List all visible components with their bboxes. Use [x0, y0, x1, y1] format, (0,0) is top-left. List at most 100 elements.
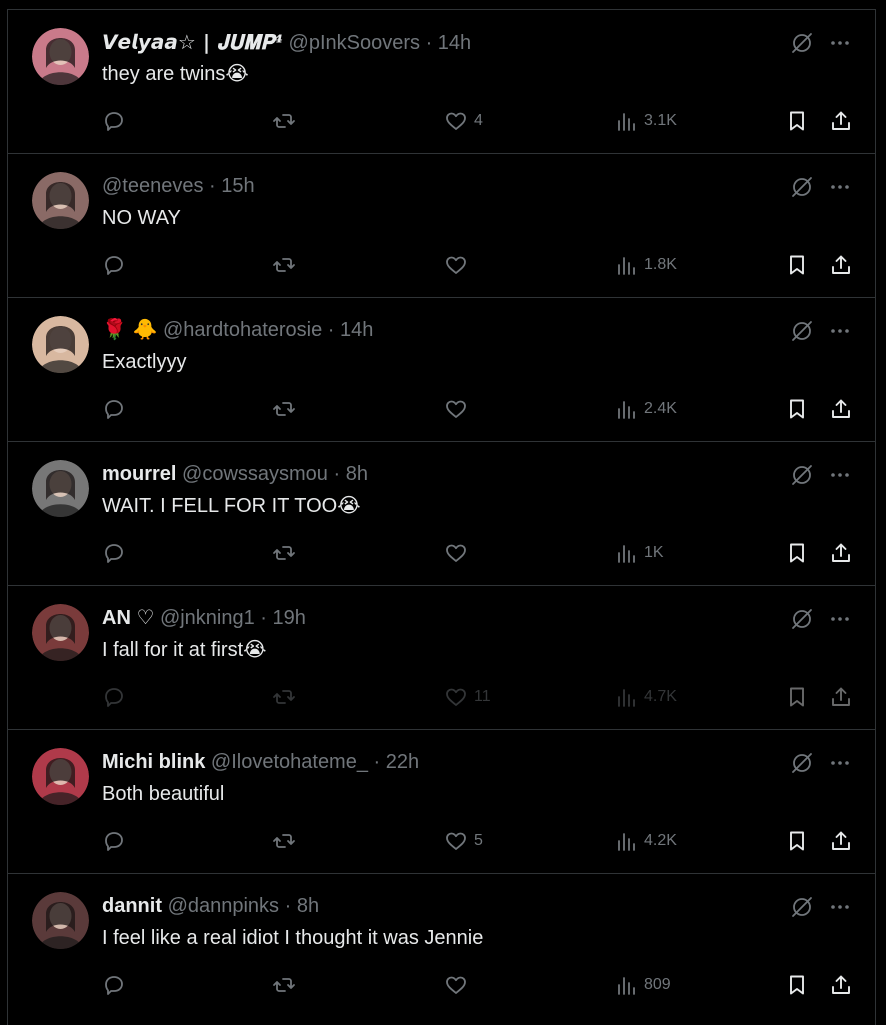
- grok-slash-icon[interactable]: [789, 318, 815, 344]
- retweet-button[interactable]: [272, 826, 296, 856]
- views-button[interactable]: 3.1K: [614, 106, 677, 136]
- more-dots-icon[interactable]: [827, 30, 853, 56]
- more-dots-icon[interactable]: [827, 462, 853, 488]
- grok-slash-icon[interactable]: [789, 894, 815, 920]
- retweet-button[interactable]: [272, 970, 296, 1000]
- user-handle[interactable]: @dannpinks: [168, 895, 279, 917]
- reply-button[interactable]: [102, 682, 126, 712]
- timestamp[interactable]: 14h: [340, 319, 373, 341]
- reply-button[interactable]: [102, 106, 126, 136]
- reply-item[interactable]: dannit @dannpinks · 8h I feel like a rea…: [8, 873, 875, 1017]
- grok-slash-icon[interactable]: [789, 30, 815, 56]
- user-handle[interactable]: @cowssaysmou: [182, 463, 328, 485]
- avatar[interactable]: [32, 172, 89, 229]
- grok-slash-icon[interactable]: [789, 174, 815, 200]
- timestamp[interactable]: 19h: [273, 607, 306, 629]
- avatar[interactable]: [32, 892, 89, 949]
- share-button[interactable]: [829, 682, 853, 712]
- views-button[interactable]: 4.7K: [614, 682, 677, 712]
- retweet-button[interactable]: [272, 394, 296, 424]
- reply-button[interactable]: [102, 394, 126, 424]
- timestamp[interactable]: 14h: [438, 32, 471, 54]
- like-button[interactable]: 11: [444, 682, 491, 712]
- avatar[interactable]: [32, 28, 89, 85]
- like-button[interactable]: 4: [444, 106, 483, 136]
- display-name[interactable]: 𝙑𝙚𝙡𝙮𝙖𝙖☆ | 𝐉𝐔𝐌𝐏⁴: [102, 30, 283, 54]
- grok-slash-icon[interactable]: [789, 606, 815, 632]
- like-count: 4: [474, 112, 483, 129]
- share-button[interactable]: [829, 106, 853, 136]
- share-button[interactable]: [829, 394, 853, 424]
- more-dots-icon[interactable]: [827, 894, 853, 920]
- avatar[interactable]: [32, 604, 89, 661]
- reply-item[interactable]: mourrel @cowssaysmou · 8h WAIT. I FELL F…: [8, 441, 875, 585]
- display-name[interactable]: AN ♡: [102, 607, 154, 629]
- views-button[interactable]: 1K: [614, 538, 664, 568]
- avatar[interactable]: [32, 748, 89, 805]
- grok-slash-icon[interactable]: [789, 462, 815, 488]
- more-dots-icon[interactable]: [827, 318, 853, 344]
- reply-item[interactable]: 🌹 🐥 @hardtohaterosie · 14h Exactlyyy 2.4…: [8, 297, 875, 441]
- views-button[interactable]: 809: [614, 970, 671, 1000]
- reply-header: AN ♡ @jnkning1 · 19h: [102, 604, 785, 632]
- reply-button[interactable]: [102, 970, 126, 1000]
- user-handle[interactable]: @hardtohaterosie: [163, 319, 322, 341]
- share-button[interactable]: [829, 826, 853, 856]
- bookmark-button[interactable]: [785, 682, 809, 712]
- avatar[interactable]: [32, 460, 89, 517]
- reply-header: @teeneves · 15h: [102, 172, 785, 200]
- reply-item[interactable]: @teeneves · 15h NO WAY 1.8K: [8, 153, 875, 297]
- views-button[interactable]: 4.2K: [614, 826, 677, 856]
- bookmark-button[interactable]: [785, 106, 809, 136]
- share-button[interactable]: [829, 970, 853, 1000]
- reply-item[interactable]: AN ♡ @jnkning1 · 19h I fall for it at fi…: [8, 585, 875, 729]
- heart-icon: [446, 832, 466, 850]
- reply-button[interactable]: [102, 538, 126, 568]
- retweet-button[interactable]: [272, 250, 296, 280]
- more-dots-icon[interactable]: [827, 750, 853, 776]
- emoji: 😭: [225, 63, 249, 85]
- reply-item[interactable]: 𝙑𝙚𝙡𝙮𝙖𝙖☆ | 𝐉𝐔𝐌𝐏⁴ @pInkSoovers · 14h they …: [8, 9, 875, 153]
- bookmark-button[interactable]: [785, 538, 809, 568]
- timestamp[interactable]: 22h: [386, 751, 419, 773]
- emoji: 😭: [243, 639, 267, 661]
- views-button[interactable]: 1.8K: [614, 250, 677, 280]
- views-button[interactable]: 2.4K: [614, 394, 677, 424]
- like-button[interactable]: [444, 250, 474, 280]
- retweet-button[interactable]: [272, 538, 296, 568]
- user-handle[interactable]: @teeneves: [102, 175, 203, 197]
- more-dots-icon[interactable]: [827, 606, 853, 632]
- user-handle[interactable]: @jnkning1: [160, 607, 255, 629]
- bookmark-button[interactable]: [785, 394, 809, 424]
- like-button[interactable]: [444, 394, 474, 424]
- retweet-button[interactable]: [272, 106, 296, 136]
- timestamp[interactable]: 15h: [221, 175, 254, 197]
- share-button[interactable]: [829, 538, 853, 568]
- user-handle[interactable]: @Ilovetohateme_: [211, 751, 368, 773]
- retweet-button[interactable]: [272, 682, 296, 712]
- display-name[interactable]: Michi blink: [102, 751, 205, 773]
- share-upload-icon: [832, 975, 850, 994]
- more-dots-icon[interactable]: [827, 174, 853, 200]
- reply-button[interactable]: [102, 826, 126, 856]
- retweet-icon: [273, 834, 295, 848]
- user-handle[interactable]: @pInkSoovers: [289, 32, 420, 54]
- avatar[interactable]: [32, 316, 89, 373]
- like-button[interactable]: 5: [444, 826, 483, 856]
- bookmark-button[interactable]: [785, 250, 809, 280]
- bookmark-button[interactable]: [785, 970, 809, 1000]
- bookmark-button[interactable]: [785, 826, 809, 856]
- share-upload-icon: [832, 831, 850, 850]
- display-name[interactable]: dannit: [102, 895, 162, 917]
- timestamp[interactable]: 8h: [346, 463, 368, 485]
- reply-bubble-icon: [105, 112, 123, 131]
- like-button[interactable]: [444, 538, 474, 568]
- display-name[interactable]: 🌹 🐥: [102, 319, 157, 341]
- share-button[interactable]: [829, 250, 853, 280]
- like-button[interactable]: [444, 970, 474, 1000]
- grok-slash-icon[interactable]: [789, 750, 815, 776]
- timestamp[interactable]: 8h: [297, 895, 319, 917]
- reply-item[interactable]: Michi blink @Ilovetohateme_ · 22h Both b…: [8, 729, 875, 873]
- display-name[interactable]: mourrel: [102, 463, 176, 485]
- reply-button[interactable]: [102, 250, 126, 280]
